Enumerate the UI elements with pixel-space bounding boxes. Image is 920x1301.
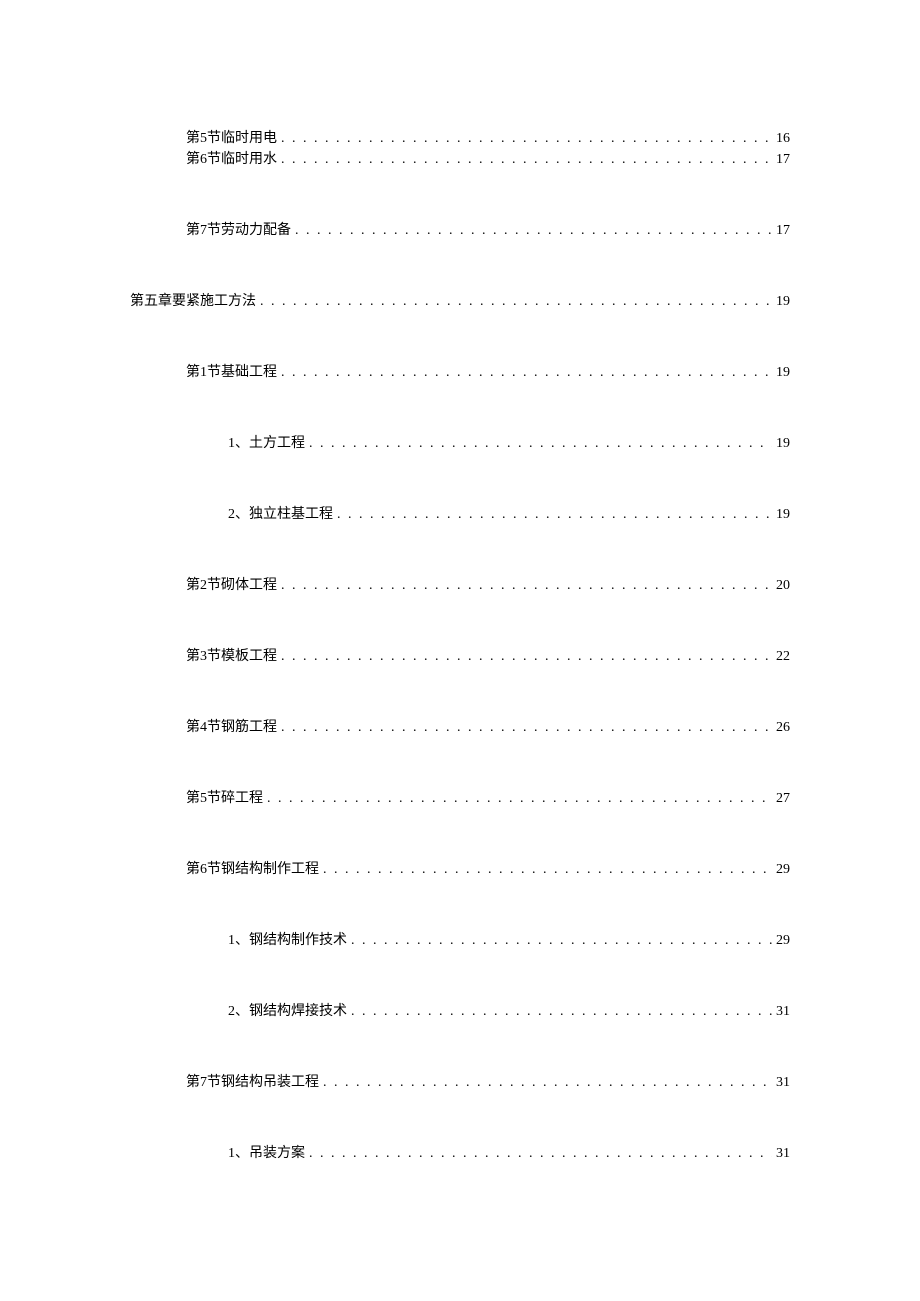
spacer [130, 880, 790, 930]
spacer [130, 170, 790, 220]
spacer [130, 454, 790, 504]
toc-label: 第5节碎工程 [186, 788, 263, 809]
toc-dots [309, 1143, 772, 1164]
spacer [130, 312, 790, 362]
spacer [130, 383, 790, 433]
toc-entry: 2、独立柱基工程 19 [130, 504, 790, 525]
toc-page-number: 31 [776, 1001, 790, 1022]
toc-dots [351, 930, 772, 951]
toc-dots [260, 291, 772, 312]
toc-label: 第1节基础工程 [186, 362, 277, 383]
spacer [130, 596, 790, 646]
toc-entry: 第五章要紧施工方法 19 [130, 291, 790, 312]
toc-dots [309, 433, 772, 454]
toc-label: 第3节模板工程 [186, 646, 277, 667]
toc-entry: 第7节钢结构吊装工程 31 [130, 1072, 790, 1093]
toc-page-number: 31 [776, 1143, 790, 1164]
toc-page-number: 26 [776, 717, 790, 738]
toc-page-number: 27 [776, 788, 790, 809]
toc-label: 第2节砌体工程 [186, 575, 277, 596]
toc-label: 1、吊装方案 [228, 1143, 305, 1164]
spacer [130, 738, 790, 788]
spacer [130, 1022, 790, 1072]
toc-dots [281, 362, 772, 383]
toc-entry: 第5节临时用电 16 [130, 128, 790, 149]
toc-label: 1、土方工程 [228, 433, 305, 454]
toc-entry: 第3节模板工程 22 [130, 646, 790, 667]
toc-label: 2、钢结构焊接技术 [228, 1001, 347, 1022]
toc-dots [281, 149, 772, 170]
toc-entry: 第5节碎工程 27 [130, 788, 790, 809]
toc-dots [281, 717, 772, 738]
toc-label: 2、独立柱基工程 [228, 504, 333, 525]
toc-dots [295, 220, 772, 241]
toc-page-number: 20 [776, 575, 790, 596]
table-of-contents: 第5节临时用电16第6节临时用水17第7节劳动力配备17第五章要紧施工方法19第… [130, 128, 790, 1164]
toc-entry: 1、吊装方案 31 [130, 1143, 790, 1164]
spacer [130, 667, 790, 717]
toc-entry: 第6节临时用水 17 [130, 149, 790, 170]
toc-page-number: 16 [776, 128, 790, 149]
toc-page-number: 19 [776, 291, 790, 312]
toc-dots [267, 788, 772, 809]
toc-dots [323, 859, 772, 880]
toc-page-number: 31 [776, 1072, 790, 1093]
toc-page-number: 19 [776, 504, 790, 525]
toc-entry: 第4节钢筋工程 26 [130, 717, 790, 738]
toc-dots [281, 575, 772, 596]
toc-page-number: 17 [776, 149, 790, 170]
toc-entry: 1、钢结构制作技术 29 [130, 930, 790, 951]
toc-page-number: 17 [776, 220, 790, 241]
toc-page-number: 22 [776, 646, 790, 667]
toc-label: 第7节劳动力配备 [186, 220, 291, 241]
toc-page-number: 29 [776, 859, 790, 880]
toc-dots [351, 1001, 772, 1022]
toc-entry: 1、土方工程 19 [130, 433, 790, 454]
toc-label: 第4节钢筋工程 [186, 717, 277, 738]
toc-page-number: 19 [776, 433, 790, 454]
toc-label: 第五章要紧施工方法 [130, 291, 256, 312]
toc-dots [323, 1072, 772, 1093]
toc-entry: 第7节劳动力配备 17 [130, 220, 790, 241]
toc-label: 第7节钢结构吊装工程 [186, 1072, 319, 1093]
toc-label: 1、钢结构制作技术 [228, 930, 347, 951]
toc-dots [281, 646, 772, 667]
spacer [130, 241, 790, 291]
toc-label: 第6节临时用水 [186, 149, 277, 170]
toc-label: 第5节临时用电 [186, 128, 277, 149]
toc-page-number: 29 [776, 930, 790, 951]
toc-entry: 第6节钢结构制作工程 29 [130, 859, 790, 880]
spacer [130, 1093, 790, 1143]
spacer [130, 951, 790, 1001]
spacer [130, 809, 790, 859]
toc-label: 第6节钢结构制作工程 [186, 859, 319, 880]
toc-dots [281, 128, 772, 149]
toc-entry: 第1节基础工程 19 [130, 362, 790, 383]
toc-entry: 第2节砌体工程 20 [130, 575, 790, 596]
toc-dots [337, 504, 772, 525]
toc-page-number: 19 [776, 362, 790, 383]
spacer [130, 525, 790, 575]
toc-entry: 2、钢结构焊接技术 31 [130, 1001, 790, 1022]
